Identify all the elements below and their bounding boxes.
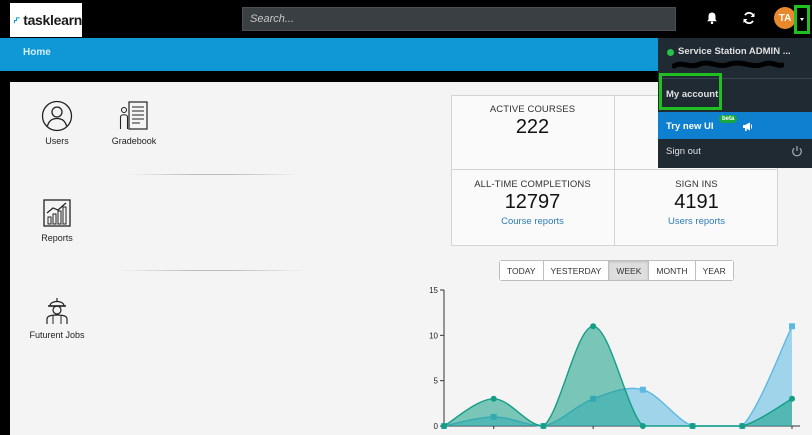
stat-value: 12797: [504, 191, 561, 213]
y-tick-label: 15: [429, 286, 438, 295]
tile-users-label: Users: [45, 136, 69, 146]
users-reports-link[interactable]: Users reports: [615, 216, 778, 227]
stat-completions: ALL-TIME COMPLETIONS 12797 Course report…: [451, 179, 614, 227]
online-status-dot: [667, 49, 674, 56]
account-name: Service Station ADMIN ...: [678, 46, 791, 57]
stat-value: 4191: [674, 191, 719, 213]
data-point: [441, 423, 447, 429]
period-month-button[interactable]: MONTH: [649, 261, 696, 280]
reports-icon: [43, 199, 71, 227]
refresh-icon[interactable]: [742, 11, 756, 25]
stat-signins: SIGN INS 4191 Users reports: [615, 179, 778, 227]
chevron-down-icon: [800, 18, 804, 21]
top-bar: tasklearn TA: [0, 0, 812, 38]
tile-futurent-jobs-label: Futurent Jobs: [29, 330, 85, 340]
tile-reports-label: Reports: [41, 233, 73, 243]
data-point: [789, 395, 795, 402]
stat-label: ALL-TIME COMPLETIONS: [474, 179, 591, 190]
divider: [125, 174, 300, 175]
data-point: [639, 386, 646, 393]
stats-divider-h: [451, 169, 778, 170]
user-avatar[interactable]: TA: [774, 7, 796, 29]
redaction-scribble: [672, 60, 784, 69]
search-input[interactable]: [242, 7, 676, 31]
tile-gradebook[interactable]: Gradebook: [108, 100, 160, 146]
data-point: [789, 323, 795, 330]
users-icon: [41, 100, 73, 132]
data-point: [490, 395, 497, 402]
data-point: [540, 423, 547, 429]
account-header: Service Station ADMIN ...: [658, 38, 812, 76]
period-yesterday-button[interactable]: YESTERDAY: [543, 261, 610, 280]
stat-label: SIGN INS: [675, 179, 718, 190]
try-new-ui-label: Try new UI: [666, 121, 714, 132]
tile-reports[interactable]: Reports: [33, 197, 81, 243]
divider: [118, 270, 306, 271]
user-menu-toggle[interactable]: [794, 5, 810, 34]
period-selector: TODAY YESTERDAY WEEK MONTH YEAR: [499, 260, 734, 281]
try-new-ui-item[interactable]: Try new UI beta: [658, 112, 812, 139]
data-point: [739, 423, 746, 429]
stat-value: 222: [515, 116, 550, 138]
y-tick-label: 5: [434, 377, 439, 386]
app-logo[interactable]: tasklearn: [10, 3, 82, 37]
data-point: [689, 423, 696, 429]
tile-gradebook-label: Gradebook: [111, 136, 157, 146]
breadcrumb-home[interactable]: Home: [23, 47, 51, 58]
tile-futurent-jobs[interactable]: Futurent Jobs: [26, 294, 88, 340]
period-today-button[interactable]: TODAY: [500, 261, 544, 280]
stat-label: ACTIVE COURSES: [489, 104, 576, 115]
megaphone-icon: [743, 122, 752, 131]
period-year-button[interactable]: YEAR: [695, 261, 733, 280]
y-tick-label: 0: [434, 422, 439, 431]
course-reports-link[interactable]: Course reports: [451, 216, 614, 227]
data-point: [590, 323, 597, 330]
period-week-button[interactable]: WEEK: [609, 261, 650, 280]
series-area: [444, 326, 792, 426]
gradebook-icon: [119, 101, 148, 130]
my-account-highlight: [659, 73, 722, 110]
tile-users[interactable]: Users: [33, 100, 81, 146]
bell-icon[interactable]: [705, 11, 719, 25]
y-tick-label: 10: [429, 331, 438, 340]
activity-chart: 0 5 10 15: [429, 286, 800, 431]
data-point: [639, 423, 646, 429]
logo-mark-icon: [14, 16, 20, 23]
stat-active-courses: ACTIVE COURSES 222: [451, 104, 614, 139]
sign-out-item[interactable]: Sign out: [666, 146, 701, 157]
beta-badge: beta: [719, 115, 738, 123]
worker-icon: [46, 298, 68, 324]
logo-text: tasklearn: [23, 12, 82, 28]
power-icon[interactable]: [791, 145, 803, 157]
